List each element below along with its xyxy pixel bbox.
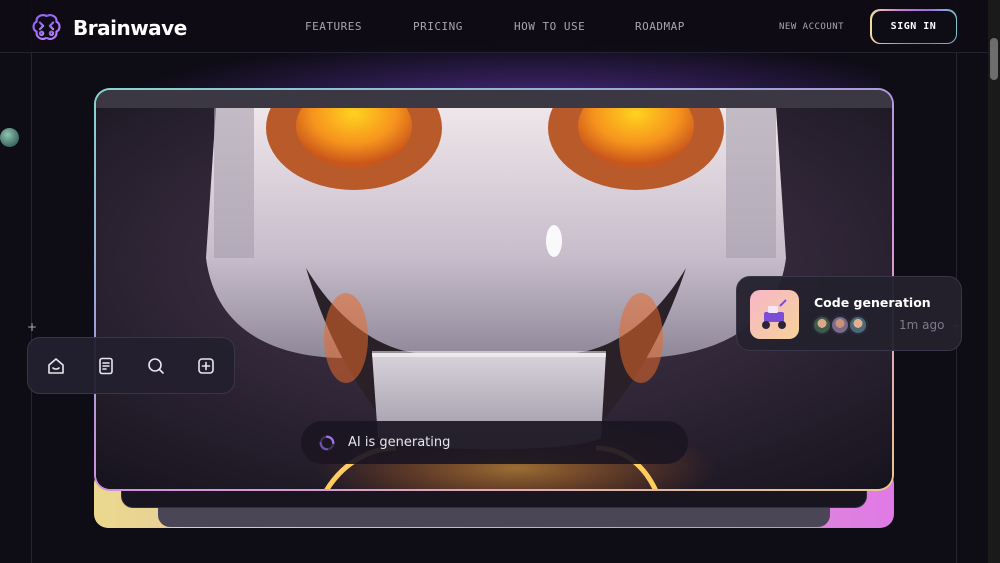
nav-item-pricing[interactable]: PRICING bbox=[413, 20, 463, 33]
plus-decoration-left: + bbox=[27, 320, 38, 334]
grid-line-left bbox=[31, 0, 32, 563]
home-icon[interactable] bbox=[46, 356, 66, 376]
nav-item-how-to-use[interactable]: HOW TO USE bbox=[514, 20, 585, 33]
avatar bbox=[812, 315, 832, 335]
document-icon[interactable] bbox=[96, 356, 116, 376]
planet-decoration bbox=[0, 128, 19, 147]
quick-toolbar bbox=[27, 337, 235, 394]
add-square-icon[interactable] bbox=[196, 356, 216, 376]
sign-in-label: SIGN IN bbox=[871, 10, 956, 43]
sign-in-button[interactable]: SIGN IN bbox=[870, 9, 957, 44]
code-card-timestamp: 1m ago bbox=[899, 318, 945, 332]
brand-name: Brainwave bbox=[73, 15, 187, 40]
search-icon[interactable] bbox=[146, 356, 166, 376]
avatar bbox=[848, 315, 868, 335]
collaborator-avatars bbox=[812, 315, 868, 335]
scrollbar-thumb[interactable] bbox=[990, 38, 998, 80]
site-header: Brainwave FEATURES PRICING HOW TO USE RO… bbox=[0, 0, 988, 53]
nav-item-features[interactable]: FEATURES bbox=[305, 20, 362, 33]
nav-item-roadmap[interactable]: ROADMAP bbox=[635, 20, 685, 33]
code-generation-card[interactable]: Code generation 1m ago bbox=[736, 276, 962, 351]
avatar bbox=[830, 315, 850, 335]
new-account-link[interactable]: NEW ACCOUNT bbox=[779, 22, 844, 32]
page-scrollbar[interactable] bbox=[988, 0, 1000, 563]
ai-generating-status: AI is generating bbox=[301, 421, 688, 464]
loading-spinner-icon bbox=[319, 435, 335, 450]
brain-icon bbox=[32, 14, 61, 41]
code-card-title: Code generation bbox=[814, 295, 931, 310]
brand-logo[interactable]: Brainwave bbox=[30, 11, 187, 44]
hero-frame-topbar bbox=[96, 90, 892, 108]
robot-rover-image bbox=[750, 290, 799, 339]
ai-generating-text: AI is generating bbox=[348, 435, 451, 450]
